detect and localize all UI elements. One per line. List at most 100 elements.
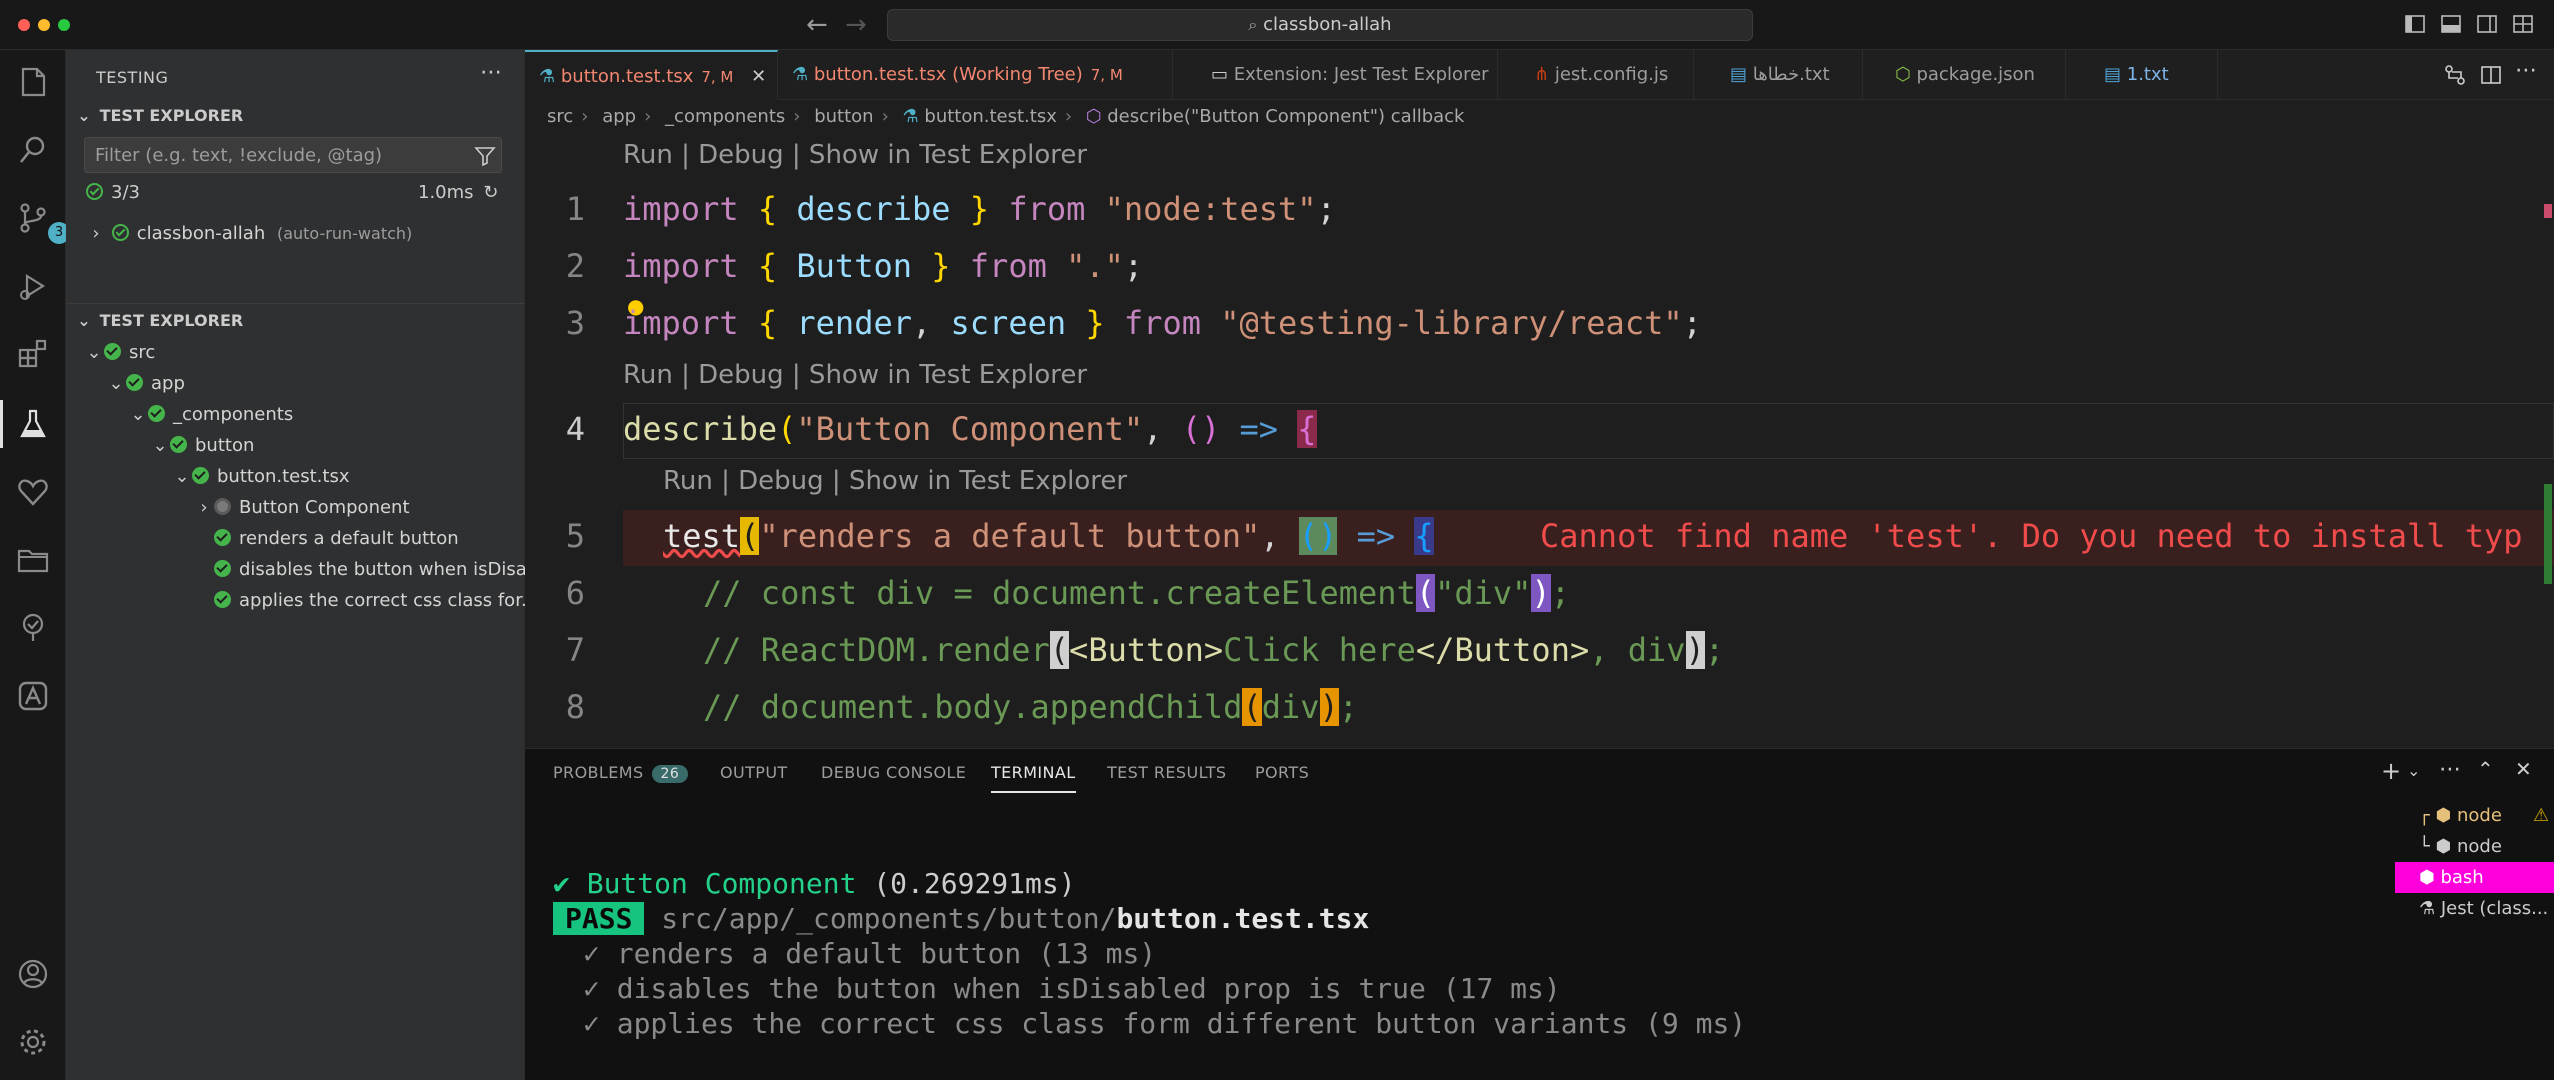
azure-icon[interactable]: [15, 678, 51, 714]
section-title-2: TEST EXPLORER: [99, 311, 244, 330]
maximize-panel-icon[interactable]: ⌃: [2477, 757, 2494, 781]
tree-item-test[interactable]: applies the correct css class for...: [66, 585, 525, 616]
toggle-primary-sidebar-icon[interactable]: [2404, 13, 2426, 35]
minimize-window-button[interactable]: [38, 19, 50, 31]
tab-errors-txt[interactable]: ▤ خطاها.txt: [1694, 50, 1863, 100]
breadcrumb-item[interactable]: button.test.tsx: [924, 106, 1056, 127]
testing-flask-icon[interactable]: [15, 406, 51, 442]
new-terminal-icon[interactable]: +: [2381, 757, 2401, 785]
account-icon[interactable]: [15, 956, 51, 992]
test-explorer-section-header-2[interactable]: ⌄ TEST EXPLORER: [66, 303, 525, 337]
tab-problems[interactable]: PROBLEMS 26: [553, 763, 689, 783]
code-line-3: import { render, screen } from "@testing…: [623, 304, 1702, 342]
codelens-run-debug[interactable]: Run | Debug | Show in Test Explorer: [623, 360, 1087, 390]
codelens-run-debug[interactable]: Run | Debug | Show in Test Explorer: [663, 466, 1127, 496]
close-panel-icon[interactable]: ✕: [2515, 757, 2532, 781]
search-icon[interactable]: [15, 132, 51, 168]
close-window-button[interactable]: [18, 19, 30, 31]
tab-package-json[interactable]: ⬡ package.json: [1863, 50, 2066, 100]
codelens-run-debug[interactable]: Run | Debug | Show in Test Explorer: [623, 140, 1087, 170]
chevron-down-icon[interactable]: ⌄: [2407, 761, 2420, 780]
jest-icon: ⋔: [1534, 64, 1550, 85]
search-icon: ⌕: [1248, 15, 1258, 34]
source-control-button[interactable]: 3: [15, 200, 70, 244]
tab-extension-jest[interactable]: ▭ Extension: Jest Test Explorer: [1173, 50, 1498, 100]
close-icon[interactable]: ✕: [751, 66, 766, 87]
passed-icon: [111, 224, 129, 241]
tab-button-test[interactable]: ⚗ button.test.tsx 7, M ✕: [525, 50, 778, 100]
toggle-panel-icon[interactable]: [2440, 13, 2462, 35]
terminal-instance-node[interactable]: └ ⬢ node: [2395, 831, 2554, 862]
passed-icon: [148, 405, 165, 422]
tab-working-tree[interactable]: ⚗ button.test.tsx (Working Tree) 7, M: [778, 50, 1173, 100]
explorer-icon[interactable]: [15, 64, 51, 100]
line-number: 4: [565, 410, 585, 448]
breadcrumb-item[interactable]: app: [602, 106, 636, 127]
more-actions-icon[interactable]: ⋯: [2439, 757, 2461, 782]
split-editor-icon[interactable]: [2480, 64, 2502, 86]
remote-explorer-icon[interactable]: [15, 610, 51, 646]
tab-label: package.json: [1916, 64, 2035, 85]
code-editor[interactable]: Run | Debug | Show in Test Explorer 1 im…: [525, 134, 2554, 748]
tab-terminal[interactable]: TERMINAL: [991, 763, 1076, 793]
tree-item-test[interactable]: renders a default button: [66, 523, 525, 554]
chevron-down-icon: ⌄: [130, 404, 146, 425]
breadcrumb-item[interactable]: button: [814, 106, 873, 127]
back-arrow-icon[interactable]: ←: [806, 10, 828, 40]
workspace-row[interactable]: › classbon-allah (auto-run-watch): [66, 218, 525, 249]
folder-icon[interactable]: [15, 542, 51, 578]
tab-output[interactable]: OUTPUT: [720, 763, 788, 782]
terminal-instance-node[interactable]: ┌ ⬢ node ⚠: [2395, 800, 2554, 831]
tab-test-results[interactable]: TEST RESULTS: [1107, 763, 1226, 782]
command-center-search[interactable]: ⌕ classbon-allah: [887, 9, 1753, 41]
chevron-down-icon: ⌄: [108, 373, 124, 394]
source-control-icon: [20, 203, 46, 233]
line-number: 3: [565, 304, 585, 342]
test-explorer-section-header[interactable]: ⌄ TEST EXPLORER: [66, 99, 525, 133]
tab-label: PROBLEMS: [553, 763, 644, 782]
extensions-icon[interactable]: [15, 336, 51, 372]
tree-item-test[interactable]: disables the button when isDisa...: [66, 554, 525, 585]
breadcrumb-item[interactable]: src: [547, 106, 573, 127]
toggle-secondary-sidebar-icon[interactable]: [2476, 13, 2498, 35]
tree-item-test-file[interactable]: ⌄ button.test.tsx: [66, 461, 525, 492]
settings-gear-icon[interactable]: [15, 1024, 51, 1060]
forward-arrow-icon[interactable]: →: [845, 10, 867, 40]
tab-ports[interactable]: PORTS: [1255, 763, 1309, 782]
breadcrumb-item[interactable]: describe("Button Component") callback: [1107, 106, 1464, 127]
tree-item-app[interactable]: ⌄ app: [66, 368, 525, 399]
breadcrumb-item[interactable]: _components: [665, 106, 785, 127]
tree-item-suite[interactable]: › Button Component: [66, 492, 525, 523]
customize-layout-icon[interactable]: [2512, 13, 2534, 35]
chevron-down-icon: ⌄: [77, 311, 91, 330]
tab-1-txt[interactable]: ▤ 1.txt: [2066, 50, 2218, 100]
tree-item-src[interactable]: ⌄ src: [66, 337, 525, 368]
tree-item-components[interactable]: ⌄ _components: [66, 399, 525, 430]
tree-label: Button Component: [239, 497, 410, 518]
tree-item-button[interactable]: ⌄ button: [66, 430, 525, 461]
breadcrumb-separator-icon: ›: [793, 106, 801, 127]
command-center-label: classbon-allah: [1263, 14, 1392, 35]
passed-icon: [214, 591, 231, 608]
tab-jest-config[interactable]: ⋔ jest.config.js: [1498, 50, 1694, 100]
unset-icon: [214, 498, 231, 515]
tab-debug-console[interactable]: DEBUG CONSOLE: [821, 763, 966, 782]
refresh-icon[interactable]: ↻: [483, 182, 498, 203]
run-debug-icon[interactable]: [15, 268, 51, 304]
tab-label: Extension: Jest Test Explorer: [1233, 64, 1489, 85]
maximize-window-button[interactable]: [58, 19, 70, 31]
passed-icon: [214, 560, 231, 577]
tree-label: button: [195, 435, 255, 456]
terminal-instance-bash[interactable]: ⬢ bash: [2395, 862, 2554, 893]
terminal-suite-line: ✔ Button Component (0.269291ms): [553, 867, 1076, 900]
terminal-instance-jest[interactable]: ⚗ Jest (class...: [2395, 893, 2554, 924]
heart-icon[interactable]: [15, 474, 51, 510]
line-number: 8: [565, 688, 585, 726]
editor-more-icon[interactable]: ⋯: [2515, 58, 2537, 83]
open-changes-icon[interactable]: [2444, 64, 2466, 86]
test-filter-input[interactable]: [84, 137, 502, 173]
code-line-1: import { describe } from "node:test";: [623, 190, 1336, 228]
filter-icon[interactable]: [474, 145, 496, 167]
passed-icon: [214, 529, 231, 546]
more-actions-icon[interactable]: ⋯: [480, 60, 502, 85]
